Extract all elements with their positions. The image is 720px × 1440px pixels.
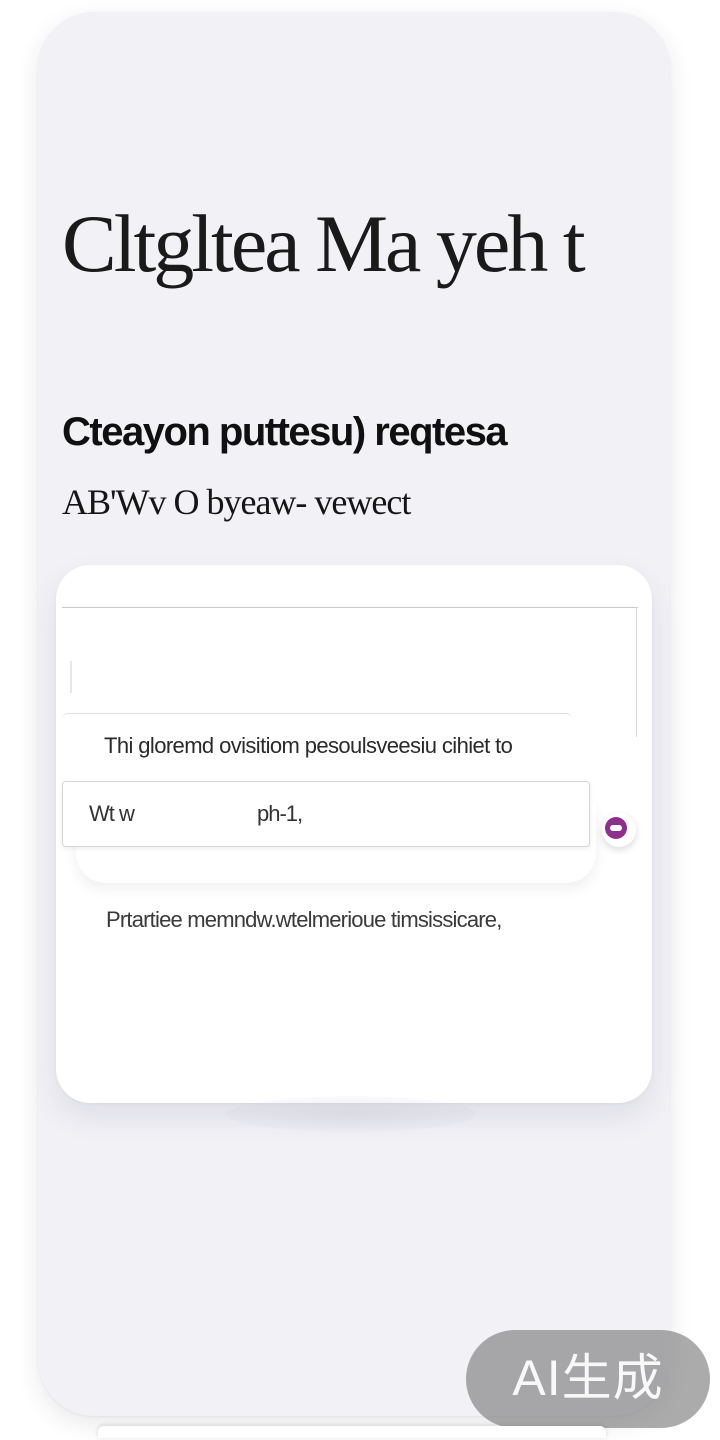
input-value[interactable]: ph-1, — [257, 800, 303, 828]
description-text: Thi gloremd ovisitiom pesoulsveesiu cihi… — [104, 733, 513, 758]
description-row: Thi gloremd ovisitiom pesoulsveesiu cihi… — [62, 713, 572, 778]
section-subheading: AB'Wv O byeaw- vewect — [62, 482, 411, 522]
input-label: Wt w — [89, 801, 135, 826]
footnote-text: Prtartiee memndw.wtelmerioue timsissicar… — [106, 907, 502, 932]
ai-generated-watermark: AI生成 — [466, 1330, 710, 1428]
text-input-field[interactable]: Wt w ph-1, — [62, 781, 590, 847]
form-card: Thi gloremd ovisitiom pesoulsveesiu cihi… — [56, 565, 652, 1103]
screen-title: Cltgltea Ma yeh t — [62, 198, 586, 289]
home-indicator[interactable] — [98, 1426, 606, 1438]
app-screen: Cltgltea Ma yeh t Cteayon puttesu) reqte… — [0, 0, 720, 1440]
toggle-indicator-icon — [605, 817, 627, 839]
toggle-switch[interactable] — [602, 813, 636, 847]
watermark-text: AI生成 — [512, 1350, 664, 1406]
card-left-marker — [70, 661, 72, 693]
card-side-divider — [636, 607, 637, 737]
card-bottom-glow — [226, 1096, 476, 1132]
section-heading: Cteayon puttesu) reqtesa — [62, 410, 508, 454]
card-divider — [62, 607, 638, 608]
